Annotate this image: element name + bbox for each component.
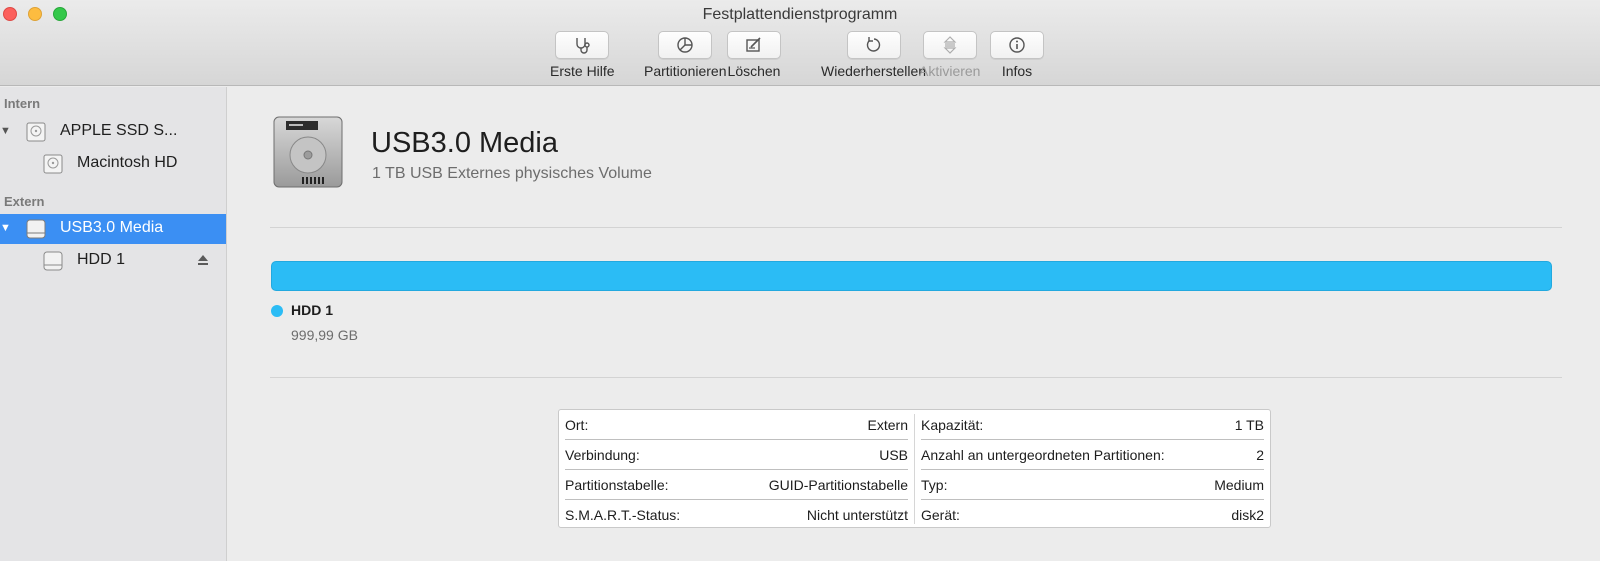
info-value: Medium [1214,476,1264,493]
info-label: Ort: [565,416,589,433]
info-label: Gerät: [921,507,960,523]
info-label: Verbindung: [565,446,640,463]
info-label: Typ: [921,476,948,493]
info-label: Partitionstabelle: [565,476,669,493]
sidebar-item-label: USB3.0 Media [60,219,164,236]
mount-icon [943,36,957,54]
disclosure-triangle-icon[interactable]: ▼ [0,125,11,137]
info-value: GUID-Partitionstabelle [768,476,908,493]
external-disk-icon [273,116,343,188]
volume-icon [43,154,63,174]
erase-button-frame[interactable] [727,31,781,59]
info-column-left: Ort: Extern Verbindung: USB Partitionsta… [565,410,908,527]
partition-button-frame[interactable] [658,31,713,59]
first-aid-button[interactable]: Erste Hilfe [550,31,615,79]
sidebar-item-apple-ssd[interactable]: ▼ APPLE SSD S... [0,117,226,147]
page-title: USB3.0 Media [371,127,558,159]
disk-subtitle: 1 TB USB Externes physisches Volume [372,165,652,182]
partition-button[interactable]: Partitionieren [644,31,727,79]
mount-button-frame[interactable] [922,31,977,59]
sidebar: Intern ▼ APPLE SSD S... Macintosh HD Ext… [0,87,227,561]
external-volume-icon [43,251,63,271]
sidebar-item-label: HDD 1 [77,251,126,268]
erase-button[interactable]: Löschen [727,31,781,79]
info-row: Gerät: disk2 [921,500,1264,530]
info-button-frame[interactable] [990,31,1044,59]
internal-disk-icon [26,122,46,142]
partition-label: Partitionieren [644,63,727,79]
toolbar: Festplattendienstprogramm Erste Hilfe Pa… [0,0,1600,86]
info-value: Nicht unterstützt [806,507,908,523]
info-value: 1 TB [1234,416,1264,433]
external-disk-icon [26,219,46,239]
window-title: Festplattendienstprogramm [702,6,898,23]
info-label: S.M.A.R.T.-Status: [565,507,681,523]
info-row: S.M.A.R.T.-Status: Nicht unterstützt [565,500,908,530]
pie-chart-icon [677,37,693,53]
eject-icon[interactable] [197,254,209,266]
restore-button[interactable]: Wiederherstellen [821,31,926,79]
info-row: Verbindung: USB [565,440,908,470]
info-row: Ort: Extern [565,410,908,440]
erase-icon [746,37,761,52]
restore-button-frame[interactable] [846,31,901,59]
sidebar-item-label: APPLE SSD S... [60,122,178,139]
stethoscope-icon [576,38,590,54]
restore-icon [866,37,880,52]
partition-name: HDD 1 [291,302,334,318]
sidebar-header-extern: Extern [4,194,45,209]
info-value: Extern [867,416,908,433]
info-icon [1009,37,1025,53]
partition-color-swatch [271,305,283,317]
info-value: disk2 [1231,507,1264,523]
info-row: Partitionstabelle: GUID-Partitionstabell… [565,470,908,500]
mount-label: Aktivieren [919,63,981,79]
sidebar-item-hdd-1[interactable]: HDD 1 [0,246,226,276]
info-table: Ort: Extern Verbindung: USB Partitionsta… [558,409,1271,528]
info-row: Anzahl an untergeordneten Partitionen: 2 [921,440,1264,470]
info-value: 2 [1256,446,1264,463]
disclosure-triangle-icon[interactable]: ▼ [0,222,11,234]
sidebar-item-label: Macintosh HD [77,154,178,171]
column-separator [914,414,915,524]
sidebar-item-macintosh-hd[interactable]: Macintosh HD [0,149,226,179]
partition-size: 999,99 GB [291,327,358,343]
partition-usage-bar [271,261,1552,291]
divider [270,227,1562,228]
divider [270,377,1562,378]
sidebar-item-usb-media[interactable]: ▼ USB3.0 Media [0,214,226,244]
info-button[interactable]: Infos [990,31,1044,79]
info-value: USB [879,446,908,463]
erase-label: Löschen [727,63,781,79]
mount-button[interactable]: Aktivieren [919,31,980,79]
first-aid-button-frame[interactable] [555,31,610,59]
info-column-right: Kapazität: 1 TB Anzahl an untergeordnete… [921,410,1264,527]
main-content: USB3.0 Media 1 TB USB Externes physische… [228,87,1600,561]
info-row: Kapazität: 1 TB [921,410,1264,440]
info-label: Kapazität: [921,416,984,433]
first-aid-label: Erste Hilfe [550,63,615,79]
restore-label: Wiederherstellen [821,63,927,79]
sidebar-header-intern: Intern [4,96,41,111]
info-row: Typ: Medium [921,470,1264,500]
info-label: Anzahl an untergeordneten Partitionen: [921,446,1165,463]
info-label: Infos [1001,63,1033,79]
